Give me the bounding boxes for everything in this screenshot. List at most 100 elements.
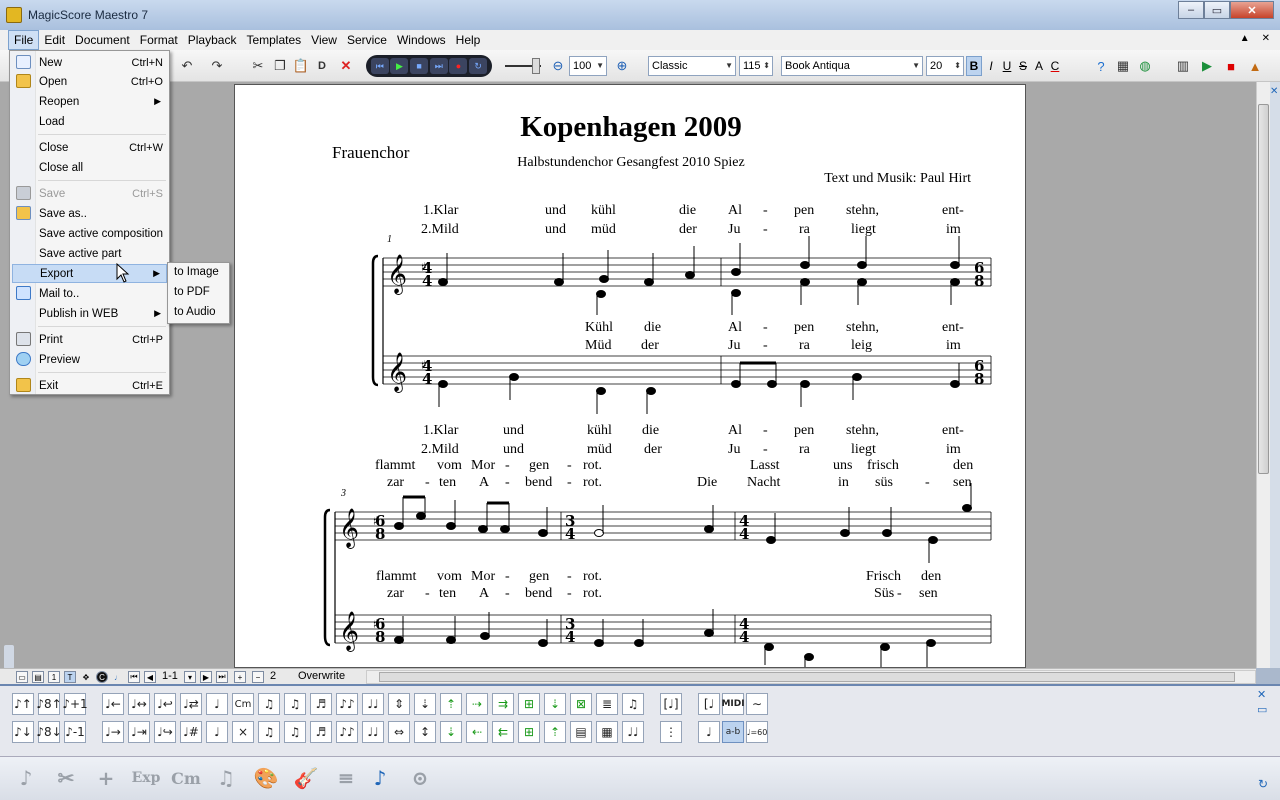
vertical-scrollbar[interactable] — [1256, 82, 1270, 668]
menu-item-reopen[interactable]: Reopen ▶ — [12, 92, 167, 111]
lyric-syllable[interactable]: Müd — [585, 338, 611, 354]
lyric-syllable[interactable]: liegt — [851, 222, 876, 238]
lyric-syllable[interactable]: die — [644, 320, 661, 336]
menu-item-preview[interactable]: Preview — [12, 350, 167, 369]
paste-icon[interactable]: 📋 — [292, 57, 310, 75]
menu-item-open[interactable]: Open Ctrl+O — [12, 72, 167, 91]
submenu-item-to-image[interactable]: to Image — [174, 266, 219, 278]
menu-playback[interactable]: Playback — [183, 31, 242, 49]
lyric-syllable[interactable]: den — [921, 569, 941, 585]
lyric-syllable[interactable]: kühl — [587, 423, 612, 439]
bracket-button[interactable]: [♩] — [660, 693, 682, 715]
lyric-syllable[interactable]: ra — [799, 442, 810, 458]
menu-item-save-active-composition[interactable]: Save active composition — [12, 224, 167, 243]
insert-down-button[interactable]: ⇣ — [544, 693, 566, 715]
tab-notes[interactable]: ♪ — [8, 759, 44, 797]
lyric-syllable[interactable]: stehn, — [846, 423, 879, 439]
lyric-syllable[interactable]: - — [505, 569, 510, 585]
lyric-syllable[interactable]: Al — [728, 320, 742, 336]
lyric-syllable[interactable]: süs — [875, 475, 893, 491]
lyric-syllable[interactable]: Mor — [471, 569, 495, 585]
lines-button[interactable]: ≣ — [596, 693, 618, 715]
vertical-scroll-thumb[interactable] — [1258, 104, 1269, 474]
submenu-item-to-pdf[interactable]: to PDF — [174, 286, 210, 298]
palette-button[interactable]: ♫ — [284, 693, 306, 715]
palette-button[interactable]: ♬ — [310, 721, 332, 743]
lyric-syllable[interactable]: - — [505, 475, 510, 491]
palette-button[interactable]: ♫ — [258, 721, 280, 743]
menu-service[interactable]: Service — [342, 31, 392, 49]
lyric-syllable[interactable]: pen — [794, 320, 814, 336]
lyric-syllable[interactable]: sen — [919, 586, 938, 602]
insert-arrows-button[interactable]: ⇉ — [492, 693, 514, 715]
lyric-syllable[interactable]: - — [763, 222, 768, 238]
lyric-syllable[interactable]: 1.Klar — [423, 203, 458, 219]
menu-document[interactable]: Document — [70, 31, 135, 49]
lyric-syllable[interactable]: uns — [833, 458, 852, 474]
lyric-syllable[interactable]: zar — [387, 586, 404, 602]
lyric-syllable[interactable]: - — [763, 442, 768, 458]
close-window-button[interactable]: ✕ — [1230, 1, 1274, 19]
lyric-syllable[interactable]: Nacht — [747, 475, 780, 491]
palette-button[interactable]: ♫ — [258, 693, 280, 715]
palette-button[interactable]: ♬ — [310, 693, 332, 715]
piano-icon[interactable]: ▥ — [1174, 57, 1192, 75]
tab-beams[interactable]: ♫ — [208, 759, 244, 797]
insert-left-button[interactable]: ⇠ — [466, 721, 488, 743]
lyric-syllable[interactable]: - — [505, 586, 510, 602]
insert-below-button[interactable]: ⇣ — [440, 721, 462, 743]
menu-format[interactable]: Format — [135, 31, 183, 49]
music-notation[interactable]: 𝄞𝄞 𝄞𝄞 ♯♯ ♯♯ 44 44 68 68 68 68 34 34 44 4… — [235, 85, 1026, 668]
palette-button[interactable]: ♪+1 — [62, 693, 88, 715]
lyric-syllable[interactable]: vom — [437, 458, 462, 474]
lyric-syllable[interactable]: - — [567, 458, 572, 474]
stop-icon[interactable]: ■ — [410, 58, 429, 74]
lyric-syllable[interactable]: ent- — [942, 423, 964, 439]
lyric-syllable[interactable]: ra — [799, 222, 810, 238]
menu-templates[interactable]: Templates — [241, 31, 306, 49]
lyric-syllable[interactable]: zar — [387, 475, 404, 491]
lyric-syllable[interactable]: sen — [953, 475, 972, 491]
lyric-syllable[interactable]: flammt — [375, 458, 415, 474]
palette-close-icon[interactable]: ✕ — [1257, 688, 1266, 701]
add-part-icon[interactable]: + — [234, 671, 246, 683]
lyric-syllable[interactable]: - — [925, 475, 930, 491]
lyric-syllable[interactable]: ra — [799, 338, 810, 354]
note-pair-button[interactable]: ♩♩ — [622, 721, 644, 743]
palette-button[interactable]: ♩⇄ — [180, 693, 202, 715]
score-page[interactable]: Kopenhagen 2009 Halbstundenchor Gesangfe… — [234, 84, 1026, 668]
lyric-syllable[interactable]: - — [567, 586, 572, 602]
palette-button[interactable]: ♫ — [284, 721, 306, 743]
lyric-syllable[interactable]: Mor — [471, 458, 495, 474]
palette-dock-icon[interactable]: ▭ — [1257, 703, 1267, 716]
lyric-syllable[interactable]: - — [763, 203, 768, 219]
lyric-syllable[interactable]: pen — [794, 423, 814, 439]
lyric-syllable[interactable]: - — [567, 569, 572, 585]
lyric-syllable[interactable]: im — [946, 338, 961, 354]
insert-right-button[interactable]: ⇢ — [466, 693, 488, 715]
page-view-icon[interactable]: ▤ — [32, 671, 44, 683]
delete-x-icon[interactable]: ✕ — [337, 57, 355, 75]
palette-button[interactable]: ♩ — [206, 693, 228, 715]
midi-button[interactable]: MIDI — [721, 693, 745, 715]
insert-left2-button[interactable]: ⇇ — [492, 721, 514, 743]
palette-button[interactable]: ♩ — [206, 721, 228, 743]
metronome-icon[interactable]: ▲ — [1246, 57, 1264, 75]
palette-button[interactable]: ♪♪ — [336, 721, 358, 743]
menu-item-new[interactable]: New Ctrl+N — [12, 53, 167, 72]
menu-help[interactable]: Help — [451, 31, 486, 49]
lyric-syllable[interactable]: ten — [439, 586, 456, 602]
lyric-syllable[interactable]: bend — [525, 475, 552, 491]
palette-button[interactable]: ♩↪ — [154, 721, 176, 743]
palette-button[interactable]: × — [232, 721, 254, 743]
lyric-syllable[interactable]: rot. — [583, 458, 602, 474]
lyric-syllable[interactable]: Ju — [728, 338, 740, 354]
view-mode-icon[interactable]: ▭ — [16, 671, 28, 683]
lyric-syllable[interactable]: der — [644, 442, 662, 458]
palette-button[interactable]: ♩↔ — [128, 693, 150, 715]
lyric-syllable[interactable]: kühl — [591, 203, 616, 219]
tab-edit[interactable]: ✂ — [48, 759, 84, 797]
first-page-icon[interactable]: ⏮ — [128, 671, 140, 683]
lyric-syllable[interactable]: und — [545, 222, 566, 238]
font-color-button[interactable]: C — [1047, 56, 1063, 76]
